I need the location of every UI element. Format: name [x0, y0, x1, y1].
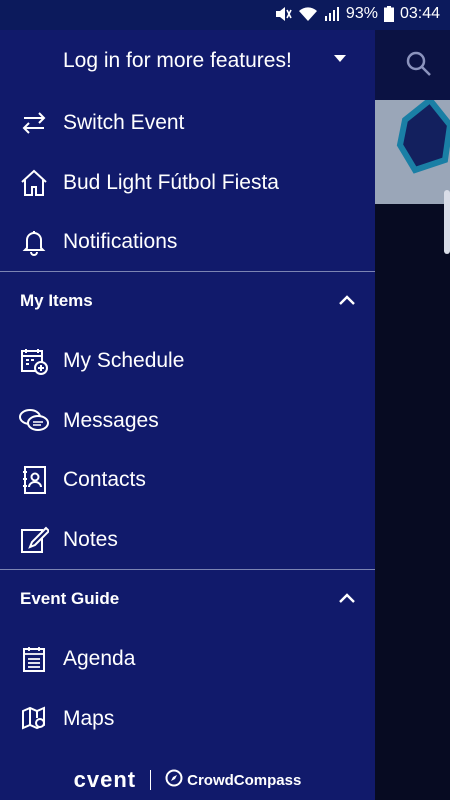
- cvent-logo: cvent: [73, 767, 137, 792]
- dropdown-caret-icon[interactable]: [334, 55, 346, 62]
- mute-icon: [274, 6, 292, 22]
- menu-label: Switch Event: [63, 111, 185, 134]
- menu-label: My Schedule: [63, 349, 185, 372]
- search-icon[interactable]: [405, 50, 433, 83]
- menu-item-my-schedule[interactable]: My Schedule: [0, 333, 375, 389]
- menu-label: Messages: [63, 409, 159, 432]
- menu-item-notifications[interactable]: Notifications: [0, 214, 375, 270]
- status-bar: 93% 03:44: [0, 0, 450, 30]
- menu-label: Maps: [63, 707, 115, 730]
- clock: 03:44: [399, 5, 440, 22]
- login-prompt[interactable]: Log in for more features!: [0, 33, 375, 89]
- notes-icon: [18, 524, 50, 556]
- chevron-up-icon[interactable]: [338, 293, 356, 311]
- signal-icon: [324, 6, 340, 22]
- crowdcompass-logo: CrowdCompass: [165, 769, 301, 791]
- menu-item-event-home[interactable]: Bud Light Fútbol Fiesta: [0, 155, 375, 211]
- menu-label: Contacts: [63, 468, 146, 491]
- partner-name: CrowdCompass: [187, 771, 302, 789]
- bell-icon: [18, 226, 50, 258]
- event-banner: [375, 100, 450, 204]
- login-label: Log in for more features!: [63, 49, 292, 72]
- powered-by-footer: cvent CrowdCompass: [0, 760, 375, 800]
- schedule-icon: [18, 345, 50, 377]
- divider: [0, 569, 375, 570]
- agenda-icon: [18, 643, 50, 675]
- menu-item-messages[interactable]: Messages: [0, 393, 375, 449]
- footer-separator: [150, 770, 152, 790]
- section-title: My Items: [20, 291, 93, 310]
- section-my-items[interactable]: My Items: [0, 277, 375, 327]
- chevron-up-icon[interactable]: [338, 591, 356, 609]
- wifi-icon: [298, 6, 318, 22]
- menu-label: Bud Light Fútbol Fiesta: [63, 171, 279, 194]
- home-icon: [18, 167, 50, 199]
- battery-level: 93%: [345, 5, 378, 22]
- menu-label: Notes: [63, 528, 118, 551]
- menu-item-switch-event[interactable]: Switch Event: [0, 95, 375, 151]
- menu-item-notes[interactable]: Notes: [0, 512, 375, 568]
- divider: [0, 271, 375, 272]
- battery-icon: [383, 6, 394, 22]
- menu-item-maps[interactable]: Maps: [0, 691, 375, 747]
- scrollbar[interactable]: [444, 190, 450, 254]
- menu-item-agenda[interactable]: Agenda: [0, 631, 375, 687]
- section-event-guide[interactable]: Event Guide: [0, 575, 375, 625]
- contacts-icon: [18, 464, 50, 496]
- menu-item-contacts[interactable]: Contacts: [0, 452, 375, 508]
- section-title: Event Guide: [20, 589, 120, 608]
- messages-icon: [18, 405, 50, 437]
- navigation-drawer: Log in for more features! Switch Event B…: [0, 30, 375, 800]
- compass-icon: [165, 769, 183, 791]
- menu-label: Notifications: [63, 230, 178, 253]
- switch-icon: [18, 107, 50, 139]
- menu-label: Agenda: [63, 647, 136, 670]
- maps-icon: [18, 703, 50, 735]
